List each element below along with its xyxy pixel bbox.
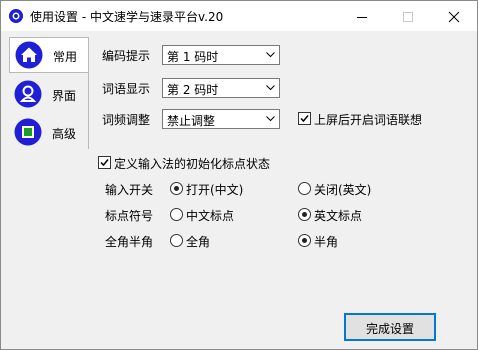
full-width-label: 全角: [186, 235, 211, 249]
radio-selected-icon: [170, 182, 183, 195]
radio-unselected-icon: [298, 182, 311, 195]
radio-unselected-icon: [170, 208, 183, 221]
radio-selected-icon: [298, 234, 311, 247]
half-width-label: 半角: [314, 235, 339, 249]
radio-unselected-icon: [170, 234, 183, 247]
minimize-button[interactable]: [339, 1, 385, 31]
association-checkbox[interactable]: [298, 112, 311, 125]
maximize-button: [385, 1, 431, 31]
sidebar-item-label: 界面: [52, 89, 77, 103]
encoding-hint-value: 第 1 码时: [167, 50, 219, 64]
advanced-icon: [14, 118, 42, 146]
finish-settings-label: 完成设置: [365, 322, 414, 336]
full-width-radio[interactable]: 全角: [170, 233, 270, 249]
punctuation-chinese-radio[interactable]: 中文标点: [170, 207, 270, 223]
chevron-down-icon: [266, 116, 275, 122]
half-width-radio[interactable]: 半角: [298, 233, 398, 249]
freq-adjust-label: 词频调整: [102, 113, 151, 127]
checkmark-icon: [100, 159, 109, 167]
input-switch-label: 输入开关: [105, 183, 154, 197]
sidebar-item-label: 高级: [52, 127, 77, 141]
word-display-label: 词语显示: [102, 82, 151, 96]
chevron-down-icon: [266, 85, 275, 91]
input-switch-off-label: 关闭(英文): [314, 183, 372, 197]
word-display-select[interactable]: 第 2 码时: [162, 78, 280, 98]
checkmark-icon: [300, 115, 309, 123]
input-switch-on-radio[interactable]: 打开(中文): [170, 181, 270, 197]
finish-settings-button[interactable]: 完成设置: [344, 313, 436, 341]
encoding-hint-select[interactable]: 第 1 码时: [162, 45, 280, 65]
close-icon: [448, 11, 460, 23]
punctuation-label: 标点符号: [105, 209, 154, 223]
app-icon: [9, 9, 23, 23]
minimize-icon: [357, 17, 367, 18]
define-initial-checkbox[interactable]: [98, 156, 111, 169]
sidebar-item-label: 常用: [53, 50, 78, 64]
input-switch-off-radio[interactable]: 关闭(英文): [298, 181, 398, 197]
sidebar-item-interface[interactable]: 界面: [9, 77, 89, 113]
sidebar-item-common[interactable]: 常用: [9, 37, 89, 73]
punctuation-english-label: 英文标点: [314, 209, 363, 223]
width-label: 全角半角: [105, 235, 154, 249]
chevron-down-icon: [266, 52, 275, 58]
close-button[interactable]: [431, 1, 477, 31]
user-icon: [14, 80, 42, 108]
punctuation-english-radio[interactable]: 英文标点: [298, 207, 398, 223]
home-icon: [15, 41, 43, 69]
settings-window: 使用设置 - 中文速学与速录平台v.20 常用 界面 高级 编码提示 第 1 码…: [0, 0, 478, 350]
word-display-value: 第 2 码时: [167, 83, 219, 97]
sidebar-divider: [88, 37, 89, 149]
sidebar-item-advanced[interactable]: 高级: [9, 115, 89, 151]
punctuation-chinese-label: 中文标点: [186, 209, 235, 223]
title-bar: 使用设置 - 中文速学与速录平台v.20: [1, 1, 477, 31]
input-switch-on-label: 打开(中文): [186, 183, 244, 197]
maximize-icon: [403, 12, 413, 22]
radio-selected-icon: [298, 208, 311, 221]
freq-adjust-select[interactable]: 禁止调整: [162, 109, 280, 129]
association-label: 上屏后开启词语联想: [314, 113, 423, 127]
freq-adjust-value: 禁止调整: [167, 114, 216, 128]
define-initial-label: 定义输入法的初始化标点状态: [114, 157, 271, 171]
window-title: 使用设置 - 中文速学与速录平台v.20: [30, 10, 224, 24]
encoding-hint-label: 编码提示: [102, 49, 151, 63]
